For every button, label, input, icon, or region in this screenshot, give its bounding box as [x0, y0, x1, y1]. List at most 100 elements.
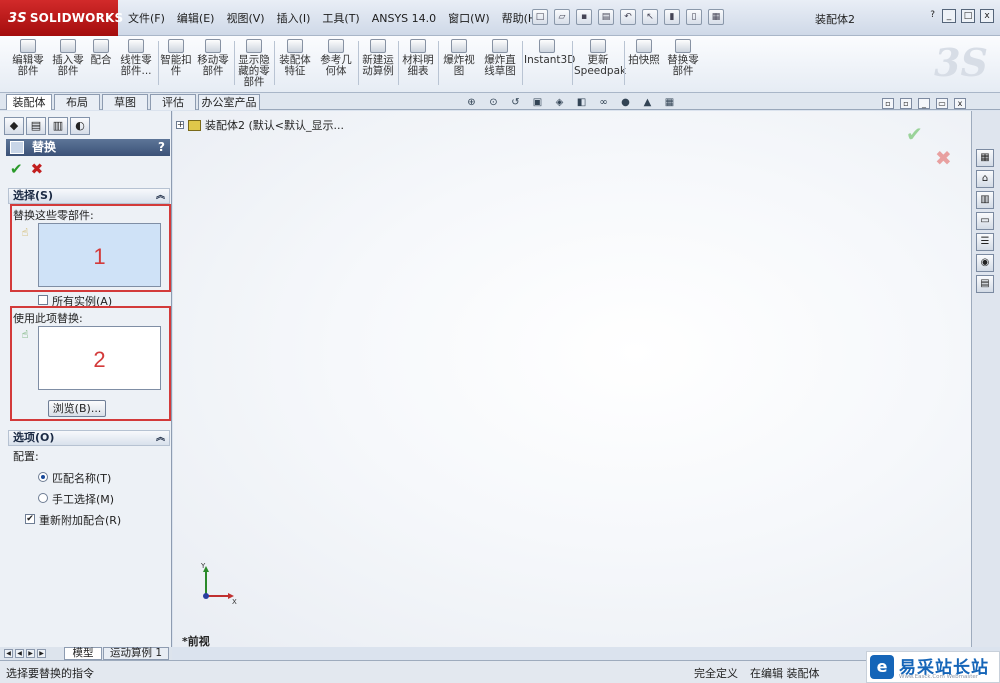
configuration-manager-icon[interactable]: ▥	[48, 117, 68, 135]
selection-group-header[interactable]: 选择(S) ︽	[8, 188, 170, 204]
solidworks-logo[interactable]: 3S SOLIDWORKS	[0, 0, 123, 36]
confirm-corner-ok-icon[interactable]: ✔	[906, 122, 923, 146]
instant3d-button[interactable]: Instant3D	[524, 39, 575, 66]
ok-check-icon[interactable]: ✔	[10, 160, 23, 178]
view-palette-icon[interactable]: ☰	[976, 233, 994, 251]
appearances-icon[interactable]: ◉	[976, 254, 994, 272]
menu-view[interactable]: 视图(V)	[220, 10, 270, 28]
edit-component-button[interactable]: 编辑零部件	[8, 39, 48, 77]
tab-layout[interactable]: 布局	[54, 94, 100, 110]
section-view-icon[interactable]: ▣	[530, 97, 545, 110]
menu-window[interactable]: 窗口(W)	[442, 10, 495, 28]
tab-assembly[interactable]: 装配体	[6, 94, 52, 110]
custom-properties-icon[interactable]: ▤	[976, 275, 994, 293]
tab-evaluate[interactable]: 评估	[150, 94, 196, 110]
options-group-header[interactable]: 选项(O) ︽	[8, 430, 170, 446]
viewport-restore-icon[interactable]: ▭	[936, 98, 948, 109]
flyout-tree-root[interactable]: + 装配体2 (默认<默认_显示...	[176, 117, 344, 133]
display-style-icon[interactable]: ◧	[574, 97, 589, 110]
menu-ansys[interactable]: ANSYS 14.0	[366, 10, 442, 28]
view-settings-icon[interactable]: ▦	[662, 97, 677, 110]
undo-icon[interactable]: ↶	[620, 9, 636, 25]
prev-tab-arrow-icon[interactable]: ◀	[15, 649, 24, 658]
sw-resources-icon[interactable]: ▦	[976, 149, 994, 167]
bill-of-materials-button[interactable]: 材料明细表	[400, 39, 436, 77]
last-tab-arrow-icon[interactable]: ▶	[37, 649, 46, 658]
viewport-single-icon[interactable]: ▫	[882, 98, 894, 109]
previous-view-icon[interactable]: ↺	[508, 97, 523, 110]
zoom-to-area-icon[interactable]: ⊙	[486, 97, 501, 110]
display-manager-icon[interactable]: ◐	[70, 117, 90, 135]
insert-component-button[interactable]: 插入零部件	[50, 39, 86, 77]
remate-checkbox[interactable]: ✔	[25, 514, 35, 524]
tab-sketch[interactable]: 草图	[102, 94, 148, 110]
confirm-corner-cancel-icon[interactable]: ✖	[935, 146, 952, 170]
property-manager-icon[interactable]: ▤	[26, 117, 46, 135]
separator	[234, 41, 235, 85]
tab-model[interactable]: 模型	[64, 647, 102, 660]
view-orientation-icon[interactable]: ◈	[552, 97, 567, 110]
file-properties-icon[interactable]: ▯	[686, 9, 702, 25]
restore-button[interactable]: □	[961, 9, 975, 23]
triad-y-label: Y	[200, 562, 206, 570]
viewport-split-icon[interactable]: ▫	[900, 98, 912, 109]
collapse-icon[interactable]: ︽	[156, 431, 165, 445]
smart-fasteners-button[interactable]: 智能扣件	[160, 39, 192, 77]
viewport-minimize-icon[interactable]: _	[918, 98, 930, 109]
assembly-features-button[interactable]: 装配体特征	[276, 39, 314, 77]
zoom-to-fit-icon[interactable]: ⊕	[464, 97, 479, 110]
close-button[interactable]: x	[980, 9, 994, 23]
minimize-button[interactable]: _	[942, 9, 956, 23]
show-hidden-components-button[interactable]: 显示隐藏的零部件	[236, 39, 272, 88]
next-tab-arrow-icon[interactable]: ▶	[26, 649, 35, 658]
menu-bar: 文件(F) 编辑(E) 视图(V) 插入(I) 工具(T) ANSYS 14.0…	[122, 10, 546, 28]
tab-office-products[interactable]: 办公室产品	[198, 94, 260, 110]
help-icon[interactable]: ?	[928, 9, 937, 23]
print-icon[interactable]: ▤	[598, 9, 614, 25]
rebuild-icon[interactable]: ▮	[664, 9, 680, 25]
replace-components-icon	[675, 39, 691, 53]
explode-line-sketch-button[interactable]: 爆炸直线草图	[480, 39, 520, 77]
design-library-icon[interactable]: ▥	[976, 191, 994, 209]
graphics-area[interactable]	[173, 111, 971, 647]
menu-edit[interactable]: 编辑(E)	[171, 10, 221, 28]
snapshot-icon	[636, 39, 652, 53]
ds-logo-mark: 3S	[8, 10, 27, 26]
replace-components-list[interactable]: 1	[38, 223, 161, 287]
update-speedpak-button[interactable]: 更新Speedpak	[574, 39, 626, 77]
feature-manager-icon[interactable]: ◆	[4, 117, 24, 135]
exploded-view-button[interactable]: 爆炸视图	[440, 39, 478, 77]
edit-appearance-icon[interactable]: ●	[618, 97, 633, 110]
new-icon[interactable]: □	[532, 9, 548, 25]
manual-select-radio[interactable]	[38, 493, 48, 503]
menu-tools[interactable]: 工具(T)	[316, 10, 365, 28]
linear-pattern-button[interactable]: 线性零部件...	[116, 39, 156, 77]
replace-components-button[interactable]: 替换零部件	[664, 39, 702, 77]
replacement-file-list[interactable]: 2	[38, 326, 161, 390]
menu-file[interactable]: 文件(F)	[122, 10, 171, 28]
file-explorer-icon[interactable]: ▭	[976, 212, 994, 230]
select-icon[interactable]: ↖	[642, 9, 658, 25]
tab-motion-study-1[interactable]: 运动算例 1	[103, 647, 169, 660]
all-instances-checkbox[interactable]	[38, 295, 48, 305]
move-component-button[interactable]: 移动零部件	[194, 39, 232, 77]
first-tab-arrow-icon[interactable]: ◀	[4, 649, 13, 658]
match-name-radio[interactable]	[38, 472, 48, 482]
menu-insert[interactable]: 插入(I)	[271, 10, 317, 28]
open-icon[interactable]: ▱	[554, 9, 570, 25]
expand-icon[interactable]: +	[176, 121, 184, 129]
home-icon[interactable]: ⌂	[976, 170, 994, 188]
apply-scene-icon[interactable]: ▲	[640, 97, 655, 110]
save-icon[interactable]: ▪	[576, 9, 592, 25]
hide-show-items-icon[interactable]: ∞	[596, 97, 611, 110]
browse-button[interactable]: 浏览(B)...	[48, 400, 106, 417]
take-snapshot-button[interactable]: 拍快照	[626, 39, 662, 66]
cancel-x-icon[interactable]: ✖	[31, 160, 44, 178]
reference-geometry-button[interactable]: 参考几何体	[316, 39, 356, 77]
options-icon[interactable]: ▦	[708, 9, 724, 25]
viewport-close-icon[interactable]: x	[954, 98, 966, 109]
new-motion-study-button[interactable]: 新建运动算例	[360, 39, 396, 77]
mate-button[interactable]: 配合	[88, 39, 114, 66]
pm-help-icon[interactable]: ?	[158, 139, 165, 156]
collapse-icon[interactable]: ︽	[156, 189, 165, 203]
